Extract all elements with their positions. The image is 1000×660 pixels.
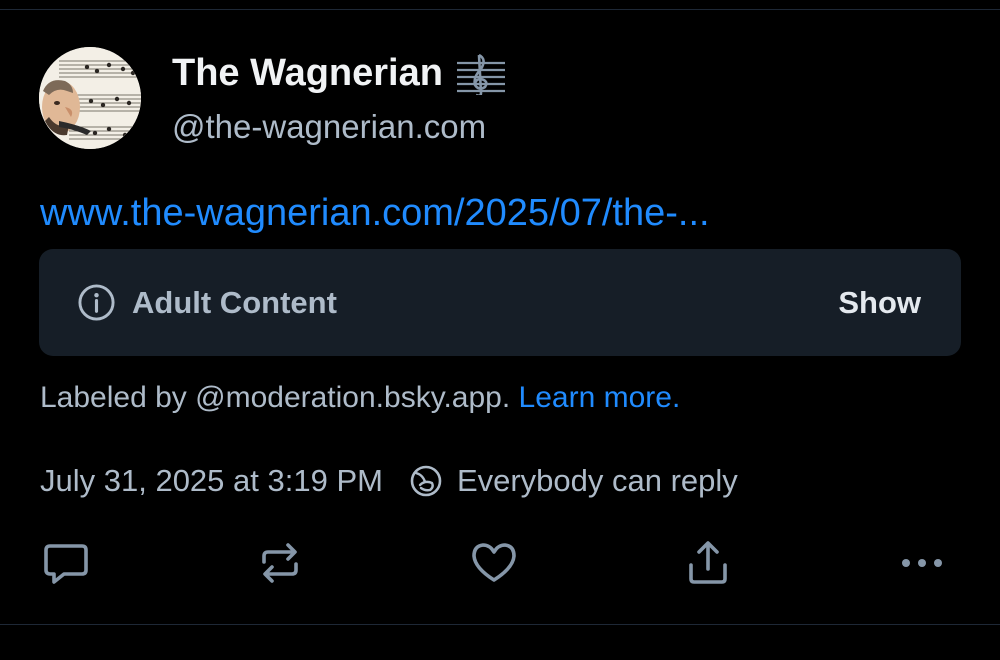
reply-setting-label[interactable]: Everybody can reply (457, 463, 738, 499)
more-options-button[interactable] (897, 538, 947, 588)
author-avatar[interactable] (39, 47, 141, 149)
share-icon (689, 541, 727, 584)
post-external-link[interactable]: www.the-wagnerian.com/2025/07/the-... (40, 192, 710, 235)
labeled-by-text: Labeled by @moderation.bsky.app. Learn m… (40, 381, 680, 415)
info-icon (78, 284, 115, 321)
like-icon (472, 543, 516, 582)
avatar-image (39, 47, 141, 149)
top-divider (0, 9, 1000, 10)
more-icon (902, 559, 942, 567)
labeled-by-prefix: Labeled by @moderation.bsky.app. (40, 381, 511, 414)
post-thread-view: The Wagnerian @the-wagnerian.com www.the… (0, 0, 1000, 660)
reply-button[interactable] (41, 538, 91, 588)
share-button[interactable] (683, 538, 733, 588)
learn-more-link[interactable]: Learn more. (519, 381, 681, 414)
content-warning-label: Adult Content (132, 285, 337, 320)
post-timestamp[interactable]: July 31, 2025 at 3:19 PM (40, 463, 383, 499)
post-meta-row: July 31, 2025 at 3:19 PM Everybody can r… (40, 463, 738, 499)
repost-button[interactable] (255, 538, 305, 588)
reply-settings-icon (409, 464, 443, 498)
author-handle[interactable]: @the-wagnerian.com (172, 108, 486, 146)
repost-icon (262, 543, 298, 583)
treble-clef-icon (456, 53, 505, 95)
show-content-button[interactable]: Show (838, 285, 921, 321)
author-display-name[interactable]: The Wagnerian (172, 52, 443, 95)
author-display-name-row[interactable]: The Wagnerian (172, 52, 505, 95)
bottom-divider (0, 624, 1000, 625)
content-warning-card[interactable]: Adult Content Show (39, 249, 961, 356)
reply-icon (44, 544, 88, 584)
like-button[interactable] (469, 538, 519, 588)
